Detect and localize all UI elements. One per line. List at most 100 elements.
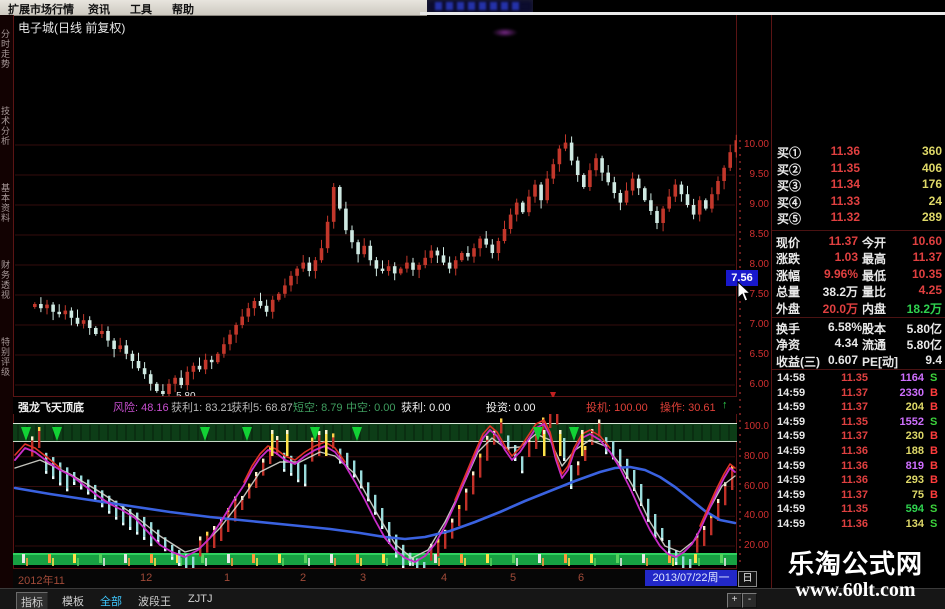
bottom-tab-4[interactable]: ZJTJ xyxy=(184,592,216,606)
indicator-axis-label: 40.00 xyxy=(743,510,769,522)
tick-time: 14:59 xyxy=(777,401,806,414)
tick-time: 14:58 xyxy=(777,372,806,384)
stat-label2: 内盘 xyxy=(862,301,887,316)
stat-value2: 18.2万 xyxy=(906,301,942,316)
tick-side: S xyxy=(930,503,938,516)
stat-label: 外盘 xyxy=(776,301,801,316)
tick-side: B xyxy=(930,430,938,443)
stat-row-1: 涨跌 1.03 最高 11.37 xyxy=(772,250,945,266)
date-label-7: 6 xyxy=(578,572,585,584)
sidebar-tab-4[interactable]: 特别评级 xyxy=(0,323,12,391)
bottom-tab-1[interactable]: 模板 xyxy=(58,592,88,609)
indicator-header: 强龙飞天顶底 风险: 48.16 获利1: 83.21 获利5: 68.87 短空: 8… xyxy=(13,397,737,414)
bid-price: 11.36 xyxy=(830,144,860,158)
tick-volume: 819 xyxy=(905,459,924,472)
date-label-5: 4 xyxy=(441,572,448,584)
stat-label: 换手 xyxy=(776,322,801,336)
tick-time: 14:59 xyxy=(777,518,806,530)
stat-value: 6.58% xyxy=(828,320,863,334)
stat-value: 11.37 xyxy=(828,234,858,248)
indicator-name: 强龙飞天顶底 xyxy=(18,402,84,414)
tick-side: S xyxy=(930,372,938,384)
tick-time: 14:59 xyxy=(777,415,806,428)
date-axis: 2013/07/22周一 2012年11 12 1 2 3 4 5 6 xyxy=(13,568,737,590)
stat-label2: PE[动] xyxy=(862,354,899,369)
menu-item-1[interactable]: 资讯 xyxy=(88,1,110,17)
zoom-in-button[interactable]: - xyxy=(742,593,757,608)
purple-smudge xyxy=(492,28,518,37)
sidebar-tab-2[interactable]: 基本资料 xyxy=(0,169,12,237)
bid-volume: 24 xyxy=(928,193,942,208)
menu-item-2[interactable]: 工具 xyxy=(130,1,152,17)
stock-app-window: 扩展市场行情 资讯 工具 帮助 分时走势技术分析基本资料财务透视特别评级 电子城(日线… xyxy=(0,0,945,609)
bid-row-2: 买② 11.35 406 xyxy=(772,161,945,177)
tick-side: B xyxy=(930,386,938,399)
menu-item-0[interactable]: 扩展市场行情 xyxy=(8,1,74,17)
tick-price: 11.37 xyxy=(841,386,868,399)
date-label-1: 12 xyxy=(140,572,153,584)
bid-label: 买② xyxy=(777,162,802,177)
sidebar-tab-0[interactable]: 分时走势 xyxy=(0,15,12,83)
sidebar-tab-1[interactable]: 技术分析 xyxy=(0,92,12,160)
stat-label: 现价 xyxy=(776,236,801,250)
tick-volume: 204 xyxy=(905,401,924,414)
tick-row-4: 14:59 11.37 230 B xyxy=(772,430,945,444)
stat-value: 1.03 xyxy=(834,250,858,265)
period-day-button[interactable]: 日 xyxy=(738,571,757,587)
mouse-cursor-icon xyxy=(737,281,752,302)
stat-label2: 量比 xyxy=(862,285,887,300)
bid-label: 买④ xyxy=(777,195,802,210)
price-axis-label: 9.00 xyxy=(749,199,769,210)
tick-row-5: 14:59 11.36 188 B xyxy=(772,445,945,459)
stat-label: 收益(三) xyxy=(776,354,820,369)
tick-price: 11.37 xyxy=(841,488,868,501)
tick-price: 11.37 xyxy=(841,430,868,443)
menu-item-3[interactable]: 帮助 xyxy=(172,1,194,17)
indicator-param-1: 获利1: 83.21 xyxy=(171,402,233,414)
date-label-0: 2012年11 xyxy=(18,575,65,587)
tick-price: 11.36 xyxy=(841,445,868,457)
bid-label: 买⑤ xyxy=(777,212,802,226)
sidebar-tab-3[interactable]: 财务透视 xyxy=(0,246,12,314)
tick-row-1: 14:59 11.37 2330 B xyxy=(772,387,945,401)
candlestick-chart: ←5.80 xyxy=(15,134,737,396)
tick-row-10: 14:59 11.36 134 S xyxy=(772,518,945,532)
indicator-axis-label: 80.00 xyxy=(743,450,769,462)
tick-row-8: 14:59 11.37 75 B xyxy=(772,489,945,503)
tick-price: 11.35 xyxy=(841,503,868,516)
tick-volume: 1164 xyxy=(900,372,924,384)
indicator-param-0: 风险: 48.16 xyxy=(113,402,169,414)
tick-time: 14:59 xyxy=(777,503,806,516)
indicator-param-6: 投资: 0.00 xyxy=(486,402,536,414)
tick-side: S xyxy=(930,518,938,530)
tick-volume: 134 xyxy=(905,518,924,530)
bid-row-4: 买④ 11.33 24 xyxy=(772,194,945,210)
tick-side: B xyxy=(930,445,938,457)
bid-label: 买① xyxy=(777,146,802,160)
price-axis-label: 8.00 xyxy=(749,259,769,270)
indicator-axis-label: 60.00 xyxy=(743,480,769,492)
watermark-url: www.60lt.com xyxy=(795,579,916,601)
bottom-tab-0[interactable]: 指标 xyxy=(16,592,48,609)
tick-volume: 75 xyxy=(911,488,924,501)
bid-row-3: 买③ 11.34 176 xyxy=(772,177,945,193)
date-label-2: 1 xyxy=(224,572,231,584)
bid-row-5: 买⑤ 11.32 289 xyxy=(772,210,945,226)
stat-row-3: 总量 38.2万 量比 4.25 xyxy=(772,283,945,299)
tick-time: 14:59 xyxy=(777,386,806,399)
tick-volume: 188 xyxy=(905,445,924,457)
bottom-tab-3[interactable]: 波段王 xyxy=(134,592,175,609)
tick-time: 14:59 xyxy=(777,445,806,457)
indicator-param-7: 投机: 100.00 xyxy=(586,402,648,414)
divider xyxy=(772,369,945,370)
current-date-badge: 2013/07/22周一 xyxy=(645,570,737,586)
up-arrow-icon: ↑ xyxy=(722,399,728,411)
svg-text:←5.80: ←5.80 xyxy=(166,391,196,396)
bid-volume: 176 xyxy=(921,177,942,191)
bottom-tab-2[interactable]: 全部 xyxy=(96,592,126,609)
tick-time: 14:59 xyxy=(777,488,806,501)
zoom-out-button[interactable]: + xyxy=(727,593,742,608)
stat-label: 净资 xyxy=(776,338,801,353)
chart-title: 电子城(日线 前复权) xyxy=(18,21,126,35)
tick-volume: 230 xyxy=(905,430,924,443)
